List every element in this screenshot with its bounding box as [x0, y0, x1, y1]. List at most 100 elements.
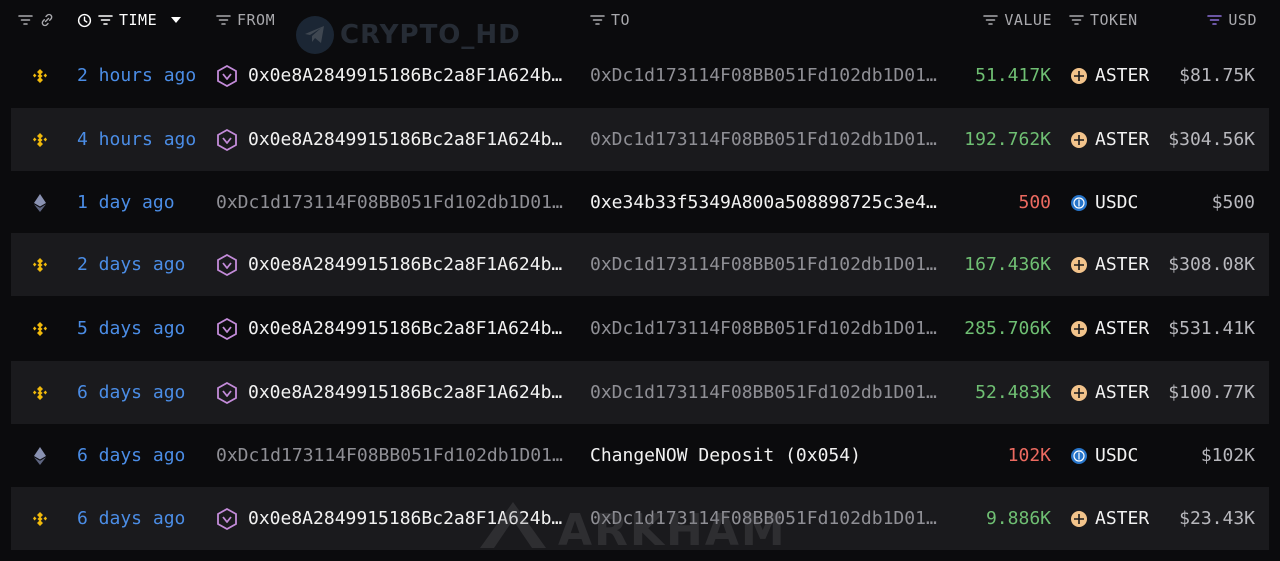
token[interactable]: USDC: [1071, 424, 1138, 487]
to-address[interactable]: 0xDc1d173114F08BB051Fd102db1D01…: [590, 487, 950, 550]
from-address[interactable]: 0x0e8A2849915186Bc2a8F1A624b…: [216, 108, 576, 171]
from-address-text: 0x0e8A2849915186Bc2a8F1A624b…: [248, 129, 563, 150]
from-address[interactable]: 0x0e8A2849915186Bc2a8F1A624b…: [216, 233, 576, 296]
aster-token-icon: [1071, 320, 1087, 337]
eth-chain-icon: [29, 171, 51, 234]
time-link[interactable]: 6 days ago: [77, 361, 185, 424]
table-header: TIME FROM TO VALUE TOKEN USD: [0, 0, 1280, 44]
token[interactable]: ASTER: [1071, 297, 1149, 360]
entity-logo-icon: [216, 317, 238, 340]
table-row[interactable]: 6 days ago 0xDc1d173114F08BB051Fd102db1D0…: [11, 424, 1269, 487]
usd-filter-icon[interactable]: [1207, 14, 1223, 26]
to-address[interactable]: 0xDc1d173114F08BB051Fd102db1D01…: [590, 361, 950, 424]
table-row[interactable]: 6 days ago 0x0e8A2849915186Bc2a8F1A624b… 0…: [11, 361, 1269, 424]
to-filter-icon[interactable]: [590, 14, 605, 26]
from-address-text: 0x0e8A2849915186Bc2a8F1A624b…: [248, 508, 563, 529]
bnb-chain-icon: [29, 108, 51, 171]
bnb-chain-icon: [29, 487, 51, 550]
aster-token-icon: [1071, 256, 1087, 273]
from-address[interactable]: 0xDc1d173114F08BB051Fd102db1D01…: [216, 171, 576, 234]
to-address[interactable]: 0xe34b33f5349A800a508898725c3e4…: [590, 171, 950, 234]
usd-amount: $500: [1211, 192, 1255, 213]
header-to[interactable]: TO: [590, 10, 630, 30]
value-amount: 52.483K: [975, 382, 1051, 403]
value-amount: 51.417K: [975, 65, 1051, 86]
time-link[interactable]: 6 days ago: [77, 424, 185, 487]
aster-token-icon: [1071, 67, 1087, 84]
usd-amount: $23.43K: [1179, 508, 1255, 529]
value-filter-icon[interactable]: [983, 14, 999, 26]
table-row[interactable]: 6 days ago 0x0e8A2849915186Bc2a8F1A624b… 0…: [11, 487, 1269, 550]
entity-logo-icon: [216, 507, 238, 530]
time-link[interactable]: 6 days ago: [77, 487, 185, 550]
from-address[interactable]: 0xDc1d173114F08BB051Fd102db1D01…: [216, 424, 576, 487]
header-to-label: TO: [611, 11, 631, 29]
transactions-table: TIME FROM TO VALUE TOKEN USD CRYPTO_HD 2…: [0, 0, 1280, 556]
to-address[interactable]: 0xDc1d173114F08BB051Fd102db1D01…: [590, 297, 950, 360]
header-filter-group[interactable]: [18, 10, 55, 30]
from-address[interactable]: 0x0e8A2849915186Bc2a8F1A624b…: [216, 361, 576, 424]
header-value[interactable]: VALUE: [960, 10, 1052, 30]
from-address-text: 0x0e8A2849915186Bc2a8F1A624b…: [248, 318, 563, 339]
time-link[interactable]: 1 day ago: [77, 171, 175, 234]
bnb-chain-icon: [29, 233, 51, 296]
header-time-label: TIME: [119, 11, 158, 29]
time-filter-icon[interactable]: [98, 14, 113, 26]
entity-logo-icon: [216, 128, 238, 151]
header-from[interactable]: FROM: [216, 10, 275, 30]
token[interactable]: ASTER: [1071, 44, 1149, 107]
header-token[interactable]: TOKEN: [1069, 10, 1138, 30]
table-row[interactable]: 5 days ago 0x0e8A2849915186Bc2a8F1A624b… 0…: [11, 297, 1269, 360]
time-link[interactable]: 2 days ago: [77, 233, 185, 296]
usd-amount: $308.08K: [1168, 254, 1255, 275]
to-address[interactable]: ChangeNOW Deposit (0x054): [590, 424, 950, 487]
time-link[interactable]: 4 hours ago: [77, 108, 196, 171]
filter-icon[interactable]: [18, 14, 33, 26]
table-row[interactable]: 4 hours ago 0x0e8A2849915186Bc2a8F1A624b……: [11, 108, 1269, 171]
from-address-text: 0x0e8A2849915186Bc2a8F1A624b…: [248, 382, 563, 403]
from-address[interactable]: 0x0e8A2849915186Bc2a8F1A624b…: [216, 297, 576, 360]
header-usd-label: USD: [1228, 11, 1257, 29]
usd-amount: $102K: [1200, 445, 1255, 466]
to-address[interactable]: 0xDc1d173114F08BB051Fd102db1D01…: [590, 108, 950, 171]
token-filter-icon[interactable]: [1069, 14, 1084, 26]
table-row[interactable]: 1 day ago 0xDc1d173114F08BB051Fd102db1D01…: [11, 171, 1269, 234]
value-amount: 9.886K: [985, 508, 1051, 529]
token[interactable]: USDC: [1071, 171, 1138, 234]
token[interactable]: ASTER: [1071, 487, 1149, 550]
header-usd[interactable]: USD: [1180, 10, 1257, 30]
time-link[interactable]: 5 days ago: [77, 297, 185, 360]
to-address[interactable]: 0xDc1d173114F08BB051Fd102db1D01…: [590, 44, 950, 107]
token[interactable]: ASTER: [1071, 108, 1149, 171]
from-filter-icon[interactable]: [216, 14, 231, 26]
sort-caret-icon[interactable]: [171, 16, 182, 24]
bnb-chain-icon: [29, 44, 51, 107]
usdc-token-icon: [1071, 447, 1087, 464]
usd-amount: $304.56K: [1168, 129, 1255, 150]
table-row[interactable]: 2 hours ago 0x0e8A2849915186Bc2a8F1A624b……: [11, 44, 1269, 107]
bnb-chain-icon: [29, 297, 51, 360]
token-symbol: USDC: [1095, 192, 1139, 213]
entity-logo-icon: [216, 253, 238, 276]
eth-chain-icon: [29, 424, 51, 487]
usdc-token-icon: [1071, 194, 1087, 211]
link-icon[interactable]: [39, 12, 55, 28]
clock-icon: [77, 13, 92, 28]
to-address[interactable]: 0xDc1d173114F08BB051Fd102db1D01…: [590, 233, 950, 296]
header-value-label: VALUE: [1004, 11, 1052, 29]
from-address-text: 0x0e8A2849915186Bc2a8F1A624b…: [248, 65, 563, 86]
bnb-chain-icon: [29, 361, 51, 424]
token[interactable]: ASTER: [1071, 361, 1149, 424]
header-time[interactable]: TIME: [77, 10, 182, 30]
entity-logo-icon: [216, 381, 238, 404]
header-token-label: TOKEN: [1090, 11, 1138, 29]
token[interactable]: ASTER: [1071, 233, 1149, 296]
time-link[interactable]: 2 hours ago: [77, 44, 196, 107]
aster-token-icon: [1071, 131, 1087, 148]
from-address[interactable]: 0x0e8A2849915186Bc2a8F1A624b…: [216, 487, 576, 550]
from-address[interactable]: 0x0e8A2849915186Bc2a8F1A624b…: [216, 44, 576, 107]
aster-token-icon: [1071, 384, 1087, 401]
header-from-label: FROM: [237, 11, 276, 29]
table-row[interactable]: 2 days ago 0x0e8A2849915186Bc2a8F1A624b… 0…: [11, 233, 1269, 296]
value-amount: 192.762K: [964, 129, 1051, 150]
